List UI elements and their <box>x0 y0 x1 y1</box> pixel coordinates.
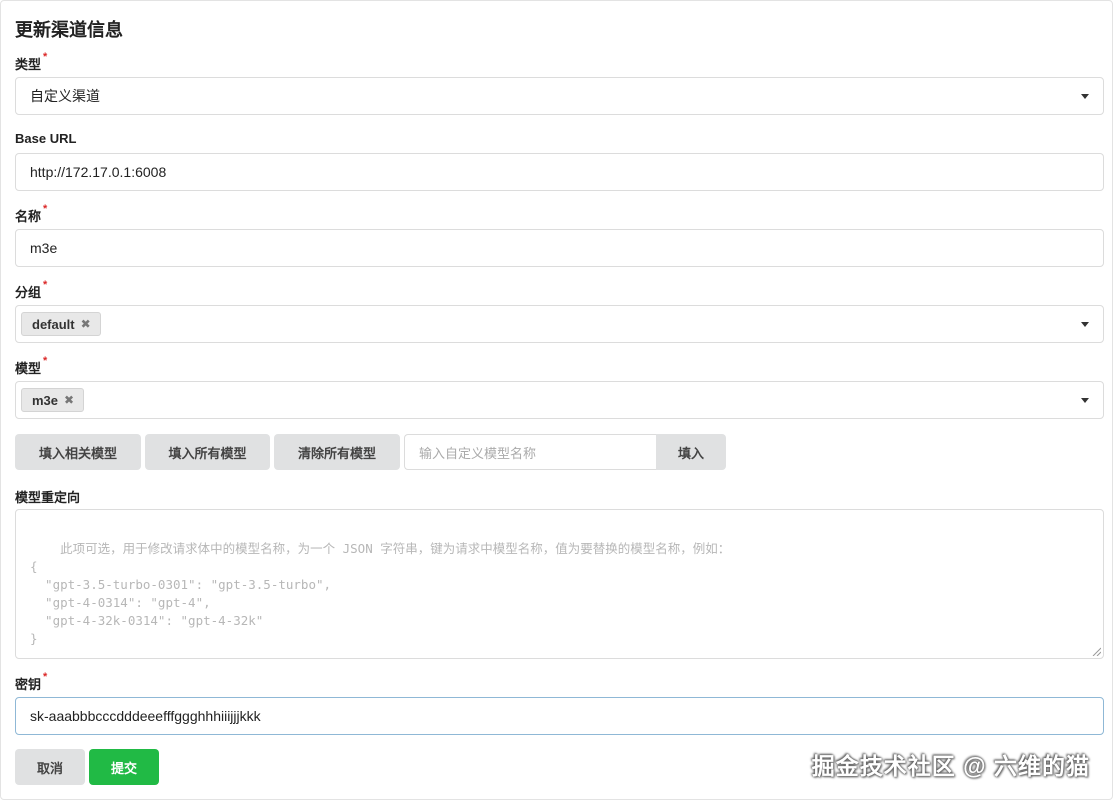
group-multiselect[interactable]: default ✖ <box>15 305 1104 343</box>
fill-related-models-button[interactable]: 填入相关模型 <box>15 434 141 470</box>
required-mark: * <box>43 279 48 291</box>
model-mapping-label: 模型重定向 <box>15 490 81 505</box>
watermark: 掘金技术社区 @ 六维的猫 <box>811 753 1090 779</box>
clear-all-models-button[interactable]: 清除所有模型 <box>274 434 400 470</box>
key-input[interactable]: sk-aaabbbcccdddeeefffggghhhiiijjjkkk <box>15 697 1104 735</box>
group-chip-label: default <box>32 316 75 332</box>
caret-down-icon <box>1081 398 1089 403</box>
models-label: 模型 * <box>15 355 48 376</box>
resize-grip-icon[interactable] <box>1092 647 1101 656</box>
type-select[interactable]: 自定义渠道 <box>15 77 1104 115</box>
close-icon[interactable]: ✖ <box>64 393 74 407</box>
required-mark: * <box>43 671 48 683</box>
close-icon[interactable]: ✖ <box>81 317 91 331</box>
page-title: 更新渠道信息 <box>15 20 123 40</box>
key-value: sk-aaabbbcccdddeeefffggghhhiiijjjkkk <box>30 708 261 724</box>
model-chip-label: m3e <box>32 392 59 408</box>
base-url-value: http://172.17.0.1:6008 <box>30 164 167 180</box>
type-label: 类型 * <box>15 51 48 72</box>
caret-down-icon <box>1081 94 1089 99</box>
type-select-value: 自定义渠道 <box>30 88 100 104</box>
model-chip: m3e ✖ <box>21 388 85 412</box>
models-multiselect[interactable]: m3e ✖ <box>15 381 1104 419</box>
submit-button[interactable]: 提交 <box>89 749 159 785</box>
edit-channel-form: 更新渠道信息 类型 * 自定义渠道 Base URL http://172.17.… <box>0 0 1113 800</box>
fill-custom-model-button[interactable]: 填入 <box>656 434 726 470</box>
fill-all-models-button[interactable]: 填入所有模型 <box>145 434 270 470</box>
key-label: 密钥 * <box>15 671 48 692</box>
cancel-button[interactable]: 取消 <box>15 749 85 785</box>
base-url-label: Base URL <box>15 131 77 146</box>
name-value: m3e <box>30 240 58 256</box>
group-label: 分组 * <box>15 279 48 300</box>
required-mark: * <box>43 355 48 367</box>
custom-model-input[interactable]: 输入自定义模型名称 <box>404 434 657 470</box>
required-mark: * <box>43 51 48 63</box>
model-mapping-textarea[interactable]: 此项可选，用于修改请求体中的模型名称，为一个 JSON 字符串，键为请求中模型名… <box>15 509 1104 659</box>
name-label: 名称 * <box>15 203 48 224</box>
base-url-input[interactable]: http://172.17.0.1:6008 <box>15 153 1104 191</box>
required-mark: * <box>43 203 48 215</box>
model-mapping-placeholder: 此项可选，用于修改请求体中的模型名称，为一个 JSON 字符串，键为请求中模型名… <box>30 541 731 646</box>
group-chip: default ✖ <box>21 312 101 336</box>
name-input[interactable]: m3e <box>15 229 1104 267</box>
caret-down-icon <box>1081 322 1089 327</box>
